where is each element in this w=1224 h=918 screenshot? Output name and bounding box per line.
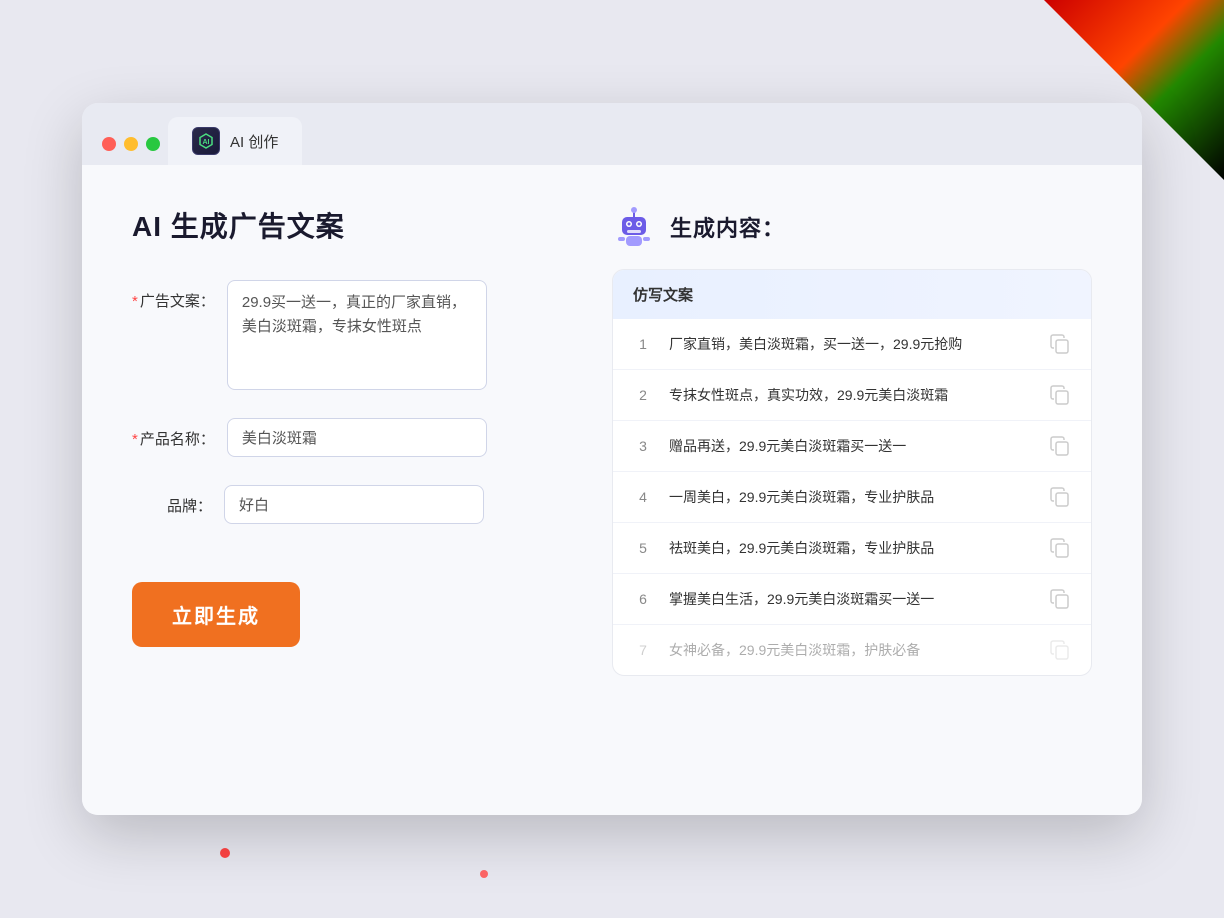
right-panel: 生成内容： 仿写文案 1 厂家直销，美白淡斑霜，买一送一，29.9元抢购 2 专… <box>612 205 1092 775</box>
row-number: 7 <box>633 642 653 658</box>
generate-button[interactable]: 立即生成 <box>132 582 300 647</box>
required-star-2: * <box>132 431 138 448</box>
brand-input[interactable]: 好白 <box>224 485 484 524</box>
decorative-dot-2 <box>480 870 488 878</box>
window-controls <box>102 137 160 165</box>
table-row: 4 一周美白，29.9元美白淡斑霜，专业护肤品 <box>613 472 1091 523</box>
results-container: 仿写文案 1 厂家直销，美白淡斑霜，买一送一，29.9元抢购 2 专抹女性斑点，… <box>612 269 1092 676</box>
ad-copy-label: *广告文案： <box>132 280 215 311</box>
title-bar: AI AI 创作 <box>82 103 1142 165</box>
product-name-input[interactable]: 美白淡斑霜 <box>227 418 487 457</box>
row-text: 专抹女性斑点，真实功效，29.9元美白淡斑霜 <box>669 385 1033 406</box>
copy-icon[interactable] <box>1049 486 1071 508</box>
close-button[interactable] <box>102 137 116 151</box>
table-row: 1 厂家直销，美白淡斑霜，买一送一，29.9元抢购 <box>613 319 1091 370</box>
right-header: 生成内容： <box>612 205 1092 249</box>
ad-copy-input[interactable] <box>227 280 487 390</box>
minimize-button[interactable] <box>124 137 138 151</box>
row-text: 一周美白，29.9元美白淡斑霜，专业护肤品 <box>669 487 1033 508</box>
table-row: 6 掌握美白生活，29.9元美白淡斑霜买一送一 <box>613 574 1091 625</box>
row-number: 1 <box>633 336 653 352</box>
content-area: AI 生成广告文案 *广告文案： *产品名称： 美白淡斑霜 品牌： 好白 <box>82 165 1142 815</box>
browser-window: AI AI 创作 AI 生成广告文案 *广告文案： *产品名称： 美白淡 <box>82 103 1142 815</box>
brand-label: 品牌： <box>132 485 212 516</box>
row-number: 3 <box>633 438 653 454</box>
row-number: 5 <box>633 540 653 556</box>
product-name-label: *产品名称： <box>132 418 215 449</box>
tab-label: AI 创作 <box>230 131 278 152</box>
copy-icon[interactable] <box>1049 588 1071 610</box>
row-number: 4 <box>633 489 653 505</box>
row-text: 厂家直销，美白淡斑霜，买一送一，29.9元抢购 <box>669 334 1033 355</box>
result-rows-container: 1 厂家直销，美白淡斑霜，买一送一，29.9元抢购 2 专抹女性斑点，真实功效，… <box>613 319 1091 675</box>
copy-icon[interactable] <box>1049 639 1071 661</box>
row-number: 2 <box>633 387 653 403</box>
row-text: 赠品再送，29.9元美白淡斑霜买一送一 <box>669 436 1033 457</box>
copy-icon[interactable] <box>1049 384 1071 406</box>
right-title: 生成内容： <box>670 211 785 243</box>
ad-copy-group: *广告文案： <box>132 280 562 390</box>
copy-icon[interactable] <box>1049 333 1071 355</box>
ai-tab-icon: AI <box>192 127 220 155</box>
table-row: 2 专抹女性斑点，真实功效，29.9元美白淡斑霜 <box>613 370 1091 421</box>
svg-text:AI: AI <box>203 139 210 146</box>
left-panel: AI 生成广告文案 *广告文案： *产品名称： 美白淡斑霜 品牌： 好白 <box>132 205 562 775</box>
brand-group: 品牌： 好白 <box>132 485 562 524</box>
table-row: 7 女神必备，29.9元美白淡斑霜，护肤必备 <box>613 625 1091 675</box>
table-row: 5 祛斑美白，29.9元美白淡斑霜，专业护肤品 <box>613 523 1091 574</box>
ai-tab[interactable]: AI AI 创作 <box>168 117 302 165</box>
row-text: 掌握美白生活，29.9元美白淡斑霜买一送一 <box>669 589 1033 610</box>
copy-icon[interactable] <box>1049 435 1071 457</box>
copy-icon[interactable] <box>1049 537 1071 559</box>
maximize-button[interactable] <box>146 137 160 151</box>
decorative-dot-1 <box>220 848 230 858</box>
table-row: 3 赠品再送，29.9元美白淡斑霜买一送一 <box>613 421 1091 472</box>
product-name-group: *产品名称： 美白淡斑霜 <box>132 418 562 457</box>
row-text: 女神必备，29.9元美白淡斑霜，护肤必备 <box>669 640 1033 661</box>
required-star-1: * <box>132 293 138 310</box>
robot-icon <box>612 205 656 249</box>
page-title: AI 生成广告文案 <box>132 205 562 245</box>
row-text: 祛斑美白，29.9元美白淡斑霜，专业护肤品 <box>669 538 1033 559</box>
results-header: 仿写文案 <box>613 270 1091 319</box>
row-number: 6 <box>633 591 653 607</box>
